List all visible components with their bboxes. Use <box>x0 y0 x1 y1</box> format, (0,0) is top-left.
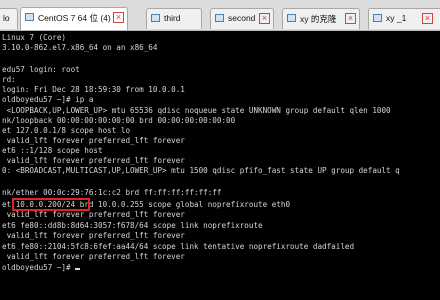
terminal-line: edu57 login: root <box>2 65 80 74</box>
terminal-line: valid_lft forever preferred_lft forever <box>2 252 185 261</box>
close-icon[interactable]: × <box>259 13 270 24</box>
terminal-prompt: oldboyedu57 ~]# <box>2 263 81 273</box>
tab-bar: lo CentOS 7 64 位 (4) × third second × xy… <box>0 0 440 31</box>
terminal-line: valid_lft forever preferred_lft forever <box>2 210 185 219</box>
ip-address-highlight <box>12 198 90 211</box>
tab-xy-clone[interactable]: xy 的克隆 × <box>282 8 360 29</box>
terminal-line: <LOOPBACK,UP,LOWER_UP> mtu 65536 qdisc n… <box>2 106 391 115</box>
terminal-line: rd: <box>2 75 16 84</box>
terminal-screen[interactable]: Linux 7 (Core) 3.10.0-862.el7.x86_64 on … <box>0 31 440 300</box>
tab-lo[interactable]: lo <box>0 8 18 29</box>
terminal-line: et6 ::1/128 scope host <box>2 146 103 155</box>
vm-icon <box>215 14 224 22</box>
close-icon[interactable]: × <box>113 12 124 23</box>
close-icon[interactable]: × <box>345 13 356 24</box>
vm-icon <box>25 13 34 21</box>
prompt-text: oldboyedu57 ~]# <box>2 263 76 272</box>
terminal-line: 0: <BROADCAST,MULTICAST,UP,LOWER_UP> mtu… <box>2 166 400 175</box>
terminal-line: nk/loopback 00:00:00:00:00:00 brd 00:00:… <box>2 116 236 125</box>
tab-centos-7-64[interactable]: CentOS 7 64 位 (4) × <box>20 7 128 30</box>
tab-label: third <box>164 13 181 23</box>
tab-third[interactable]: third <box>146 8 202 29</box>
tab-label: second <box>228 13 256 23</box>
terminal-line: oldboyedu57 ~]# ip a <box>2 95 94 104</box>
terminal-line: valid_lft forever preferred_lft forever <box>2 231 185 240</box>
terminal-line: et6 fe80::dd8b:8d64:3057:f678/64 scope l… <box>2 221 263 230</box>
terminal-line: valid_lft forever preferred_lft forever <box>2 156 185 165</box>
terminal-line: Linux 7 (Core) <box>2 33 67 42</box>
tab-label: xy _1 <box>386 13 407 23</box>
terminal-line: login: Fri Dec 28 18:59:30 from 10.0.0.1 <box>2 85 185 94</box>
tab-second[interactable]: second × <box>210 8 274 29</box>
vm-icon <box>287 14 296 22</box>
close-icon[interactable]: × <box>422 13 433 24</box>
tab-label: xy 的克隆 <box>300 14 337 24</box>
terminal-line: valid_lft forever preferred_lft forever <box>2 136 185 145</box>
vm-icon <box>373 14 382 22</box>
terminal-line: et6 fe80::2104:5fc8:6fef:aa44/64 scope l… <box>2 242 355 251</box>
vm-icon <box>151 14 160 22</box>
tab-xy-1[interactable]: xy _1 × <box>368 8 440 29</box>
tab-label: CentOS 7 64 位 (4) <box>38 13 111 23</box>
tab-label: lo <box>3 13 10 23</box>
text-cursor <box>75 268 81 270</box>
terminal-line: nk/ether 00:0c:29:76:1c:c2 brd ff:ff:ff:… <box>2 188 222 197</box>
terminal-line: 3.10.0-862.el7.x86_64 on an x86_64 <box>2 43 158 52</box>
terminal-line: et 127.0.0.1/8 scope host lo <box>2 126 131 135</box>
